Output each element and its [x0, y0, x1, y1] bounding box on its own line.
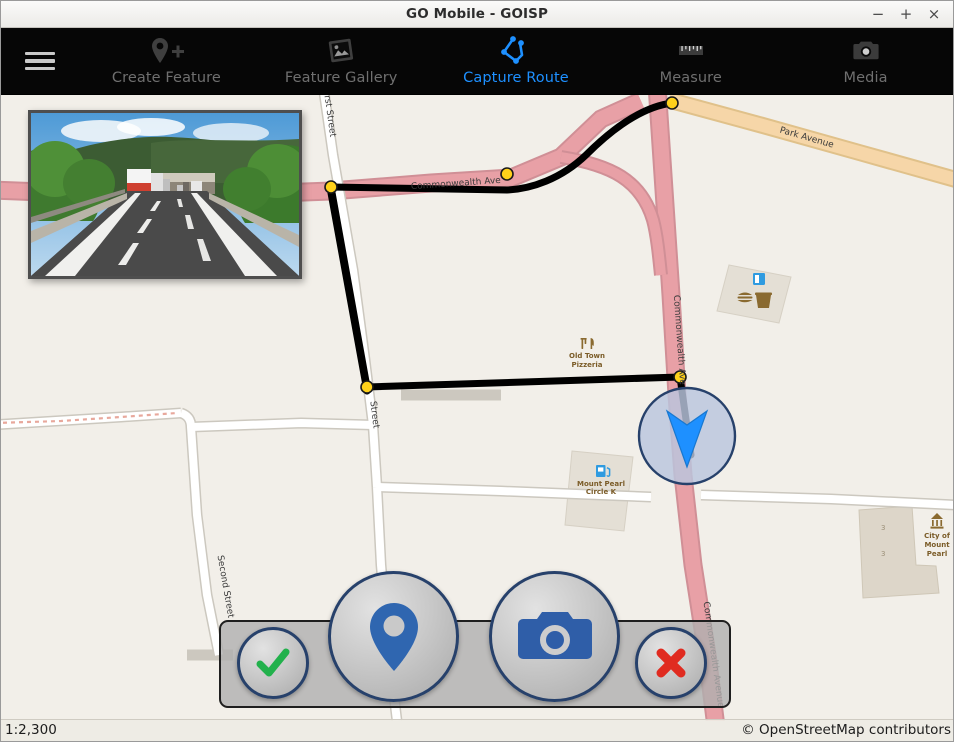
photo-gallery-icon	[319, 33, 363, 68]
tool-label: Create Feature	[111, 70, 221, 86]
svg-text:Pizzeria: Pizzeria	[571, 361, 602, 369]
tool-label: Media	[843, 70, 888, 86]
book-shop-icon	[753, 273, 765, 285]
window-controls: − + ×	[865, 1, 947, 28]
map-scale: 1:2,300	[5, 722, 57, 738]
tool-label: Feature Gallery	[284, 70, 398, 86]
menu-button[interactable]	[1, 28, 79, 94]
tool-label: Capture Route	[463, 70, 569, 86]
camera-icon	[844, 33, 888, 68]
maximize-button[interactable]: +	[893, 3, 919, 27]
check-icon	[256, 648, 290, 677]
status-bar: 1:2,300 © OpenStreetMap contributors	[1, 719, 953, 741]
app-window: GO Mobile - GOISP − + × Create Feature F…	[0, 0, 954, 742]
svg-text:Mount: Mount	[924, 541, 950, 549]
fast-food-icon	[737, 292, 753, 303]
add-point-button[interactable]	[328, 571, 459, 702]
polyline-route-icon	[494, 33, 538, 68]
take-photo-button[interactable]	[489, 571, 620, 702]
svg-text:Mount Pearl: Mount Pearl	[577, 480, 625, 488]
tool-media[interactable]: Media	[778, 28, 953, 94]
close-x-icon	[656, 648, 686, 678]
tool-capture-route[interactable]: Capture Route	[429, 28, 604, 94]
toolbar-items: Create Feature Feature Gallery Capture R…	[79, 28, 953, 94]
tool-create-feature[interactable]: Create Feature	[79, 28, 254, 94]
hamburger-icon	[25, 47, 55, 74]
minimize-button[interactable]: −	[865, 3, 891, 27]
camera-icon	[517, 611, 592, 659]
gps-position-marker	[637, 386, 737, 486]
close-button[interactable]: ×	[921, 3, 947, 27]
map-pin-icon	[369, 602, 418, 671]
tool-label: Measure	[659, 70, 722, 86]
ruler-icon	[669, 33, 713, 68]
map-pin-plus-icon	[144, 33, 188, 68]
main-toolbar: Create Feature Feature Gallery Capture R…	[1, 28, 953, 95]
svg-text:Pearl: Pearl	[927, 550, 947, 558]
house-number: 3	[881, 550, 885, 558]
tool-measure[interactable]: Measure	[603, 28, 778, 94]
house-number: 3	[881, 524, 885, 532]
map-attribution: © OpenStreetMap contributors	[741, 722, 951, 738]
cancel-route-button[interactable]	[635, 627, 707, 699]
svg-text:City of: City of	[924, 532, 951, 540]
tool-feature-gallery[interactable]: Feature Gallery	[254, 28, 429, 94]
svg-text:Circle K: Circle K	[586, 488, 617, 496]
accept-route-button[interactable]	[237, 627, 309, 699]
captured-photo-thumbnail[interactable]	[28, 110, 302, 279]
svg-text:Old Town: Old Town	[569, 352, 605, 360]
window-title: GO Mobile - GOISP	[406, 6, 548, 22]
window-titlebar: GO Mobile - GOISP − + ×	[1, 1, 953, 28]
